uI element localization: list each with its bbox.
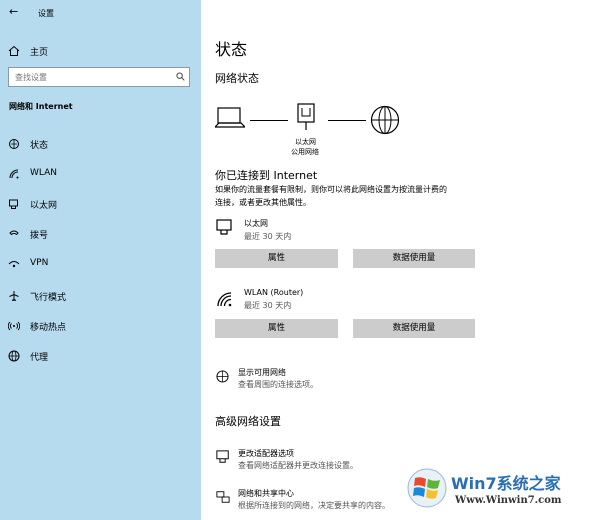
connection-name: WLAN (Router) — [244, 288, 304, 297]
properties-button[interactable]: 属性 — [215, 249, 338, 268]
network-status-icon — [216, 370, 229, 383]
sidebar-item-label: 代理 — [30, 353, 49, 363]
connector-line — [250, 120, 288, 121]
laptop-icon — [215, 107, 245, 128]
adapter-options-link[interactable]: 更改适配器选项 查看网络适配器并更改连接设置。 — [215, 447, 435, 473]
ethernet-icon — [216, 219, 232, 235]
sharing-center-link[interactable]: 网络和共享中心 根据所连接到的网络，决定要共享的内容。 — [215, 487, 435, 513]
sidebar-item-vpn[interactable]: VPN — [0, 253, 201, 275]
connection-usage: 最近 30 天内 — [244, 232, 292, 241]
window-title: 设置 — [38, 9, 54, 18]
sidebar-item-label: 飞行模式 — [30, 293, 67, 303]
watermark: Win7系统之家 Www.Winwin7.com — [403, 462, 601, 518]
home-icon — [8, 45, 20, 56]
ethernet-icon — [9, 199, 18, 209]
show-networks-link[interactable]: 显示可用网络 查看周围的连接选项。 — [215, 367, 435, 393]
data-usage-button[interactable]: 数据使用量 — [353, 249, 475, 268]
search-input[interactable] — [13, 70, 167, 85]
main-pane: 状态 网络状态 以太网 公用网络 你已连接到 Internet 如果你的流量套餐… — [201, 0, 602, 520]
sidebar-item-dialup[interactable]: 拨号 — [0, 223, 201, 245]
back-icon[interactable]: ← — [9, 5, 18, 18]
search-icon[interactable] — [176, 72, 185, 81]
section-title: 网络和 Internet — [9, 102, 73, 111]
dialup-icon — [9, 230, 19, 236]
show-networks-title[interactable]: 显示可用网络 — [238, 367, 286, 378]
windows-logo-icon — [407, 468, 447, 508]
airplane-icon — [9, 291, 19, 301]
connected-heading: 你已连接到 Internet — [215, 169, 318, 182]
sidebar-item-airplane[interactable]: 飞行模式 — [0, 285, 201, 307]
sharing-center-icon — [216, 491, 230, 503]
sidebar-item-ethernet[interactable]: 以太网 — [0, 193, 201, 215]
vpn-icon — [8, 261, 20, 268]
sidebar-item-wlan[interactable]: WLAN — [0, 163, 201, 185]
watermark-url: Www.Winwin7.com — [455, 495, 562, 506]
sidebar-item-label: 状态 — [30, 141, 49, 151]
sidebar-item-proxy[interactable]: 代理 — [0, 345, 201, 367]
sharing-center-title[interactable]: 网络和共享中心 — [238, 488, 294, 499]
show-networks-desc: 查看周围的连接选项。 — [238, 380, 318, 389]
home-network-icon — [9, 139, 19, 149]
sidebar-item-status[interactable]: 状态 — [0, 133, 201, 155]
adapter-name: 以太网 — [295, 138, 316, 146]
wifi-icon — [9, 169, 19, 179]
wifi-icon — [217, 292, 232, 307]
page-title: 状态 — [215, 40, 248, 59]
globe-icon — [370, 105, 400, 135]
sharing-center-desc: 根据所连接到的网络，决定要共享的内容。 — [238, 501, 390, 510]
sidebar-item-home[interactable]: 主页 — [0, 40, 201, 62]
sidebar-item-label: WLAN — [30, 168, 58, 178]
ethernet-port-icon — [297, 103, 315, 130]
search-box[interactable] — [8, 67, 190, 87]
adapter-options-title[interactable]: 更改适配器选项 — [238, 448, 294, 459]
data-usage-button[interactable]: 数据使用量 — [353, 319, 475, 338]
sidebar-item-hotspot[interactable]: 移动热点 — [0, 315, 201, 337]
connection-usage: 最近 30 天内 — [244, 301, 292, 310]
sidebar-item-label: 主页 — [30, 48, 49, 58]
sidebar: ← 设置 主页 网络和 Internet 状态 WLAN — [0, 0, 201, 520]
connected-desc-line2: 连接，或者更改其他属性。 — [215, 198, 311, 207]
globe-icon — [8, 350, 20, 362]
hotspot-icon — [8, 321, 20, 331]
adapter-options-desc: 查看网络适配器并更改连接设置。 — [238, 461, 358, 470]
network-status-heading: 网络状态 — [215, 72, 259, 85]
advanced-heading: 高级网络设置 — [215, 415, 281, 428]
adapter-icon — [216, 450, 229, 463]
properties-button[interactable]: 属性 — [215, 319, 338, 338]
sidebar-item-label: 以太网 — [30, 201, 58, 211]
network-diagram: 以太网 公用网络 — [215, 103, 415, 158]
network-type: 公用网络 — [291, 148, 319, 156]
connected-desc-line1: 如果你的流量套餐有限制，则你可以将此网络设置为按流量计费的 — [215, 185, 447, 194]
sidebar-item-label: VPN — [30, 258, 49, 268]
sidebar-item-label: 移动热点 — [30, 323, 67, 333]
sidebar-item-label: 拨号 — [30, 231, 49, 241]
connector-line — [328, 120, 366, 121]
connection-name: 以太网 — [244, 219, 268, 228]
watermark-brand: Win7系统之家 — [451, 474, 561, 493]
